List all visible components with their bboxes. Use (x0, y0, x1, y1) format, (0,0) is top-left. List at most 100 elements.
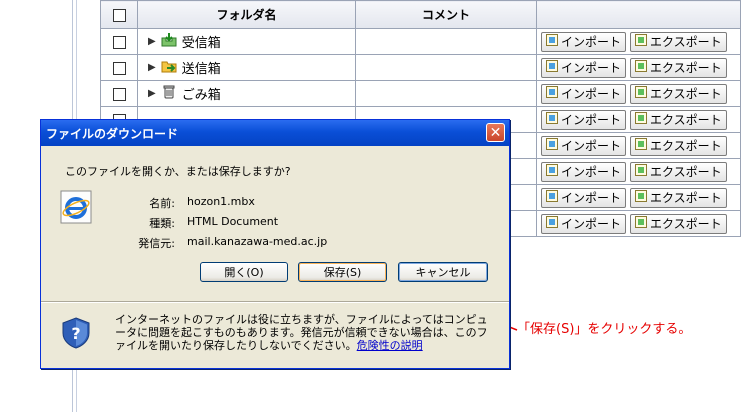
actions-cell: インポート エクスポート (536, 132, 741, 159)
export-button[interactable]: エクスポート (630, 83, 727, 104)
export-icon (635, 216, 648, 231)
folder-name[interactable]: ごみ箱 (182, 84, 221, 103)
export-label: エクスポート (650, 165, 722, 179)
actions-cell: インポート エクスポート (536, 54, 741, 81)
import-icon (546, 216, 558, 231)
warning-text: インターネットのファイルは役に立ちますが、ファイルによってはコンピュータに問題を… (115, 313, 488, 352)
import-label: インポート (561, 139, 622, 153)
row-checkbox[interactable] (112, 35, 126, 49)
table-row: ▶ ごみ箱 インポート エクスポート (100, 80, 741, 107)
open-button[interactable]: 開く(O) (200, 262, 288, 282)
save-button[interactable]: 保存(S) (298, 262, 387, 282)
import-button[interactable]: インポート (541, 213, 627, 234)
folder-cell: ▶ 送信箱 (137, 54, 356, 81)
export-label: エクスポート (650, 35, 722, 49)
cancel-button[interactable]: キャンセル (398, 262, 488, 282)
import-button[interactable]: インポート (541, 135, 627, 156)
header-actions (536, 0, 741, 29)
row-checkbox-cell (100, 28, 138, 55)
export-button[interactable]: エクスポート (630, 161, 727, 182)
export-button[interactable]: エクスポート (630, 57, 727, 78)
import-button[interactable]: インポート (541, 187, 627, 208)
actions-cell: インポート エクスポート (536, 210, 741, 237)
export-icon (635, 112, 648, 127)
import-icon (546, 138, 558, 153)
comment-cell (355, 28, 537, 55)
file-download-dialog: ファイルのダウンロード ✕ このファイルを開くか、または保存しますか? 名前: … (40, 119, 510, 369)
export-button[interactable]: エクスポート (630, 187, 727, 208)
folder-cell: ▶ 受信箱 (137, 28, 356, 55)
comment-cell (355, 80, 537, 107)
export-label: エクスポート (650, 191, 722, 205)
outbox-icon (161, 59, 177, 76)
folder-name-cell: ▶ 送信箱 (138, 58, 355, 77)
import-icon (546, 60, 558, 75)
row-checkbox-cell (100, 80, 138, 107)
close-button[interactable]: ✕ (486, 123, 505, 142)
expand-arrow-icon[interactable]: ▶ (148, 36, 156, 47)
dialog-separator (41, 301, 509, 303)
dialog-titlebar[interactable]: ファイルのダウンロード ✕ (41, 120, 509, 146)
select-all-checkbox[interactable] (112, 8, 126, 22)
folder-name[interactable]: 送信箱 (182, 58, 221, 77)
export-label: エクスポート (650, 217, 722, 231)
actions-cell: インポート エクスポート (536, 80, 741, 107)
dialog-question: このファイルを開くか、または保存しますか? (65, 165, 291, 178)
close-icon: ✕ (489, 124, 502, 141)
import-button[interactable]: インポート (541, 161, 627, 182)
export-button[interactable]: エクスポート (630, 213, 727, 234)
actions-cell: インポート エクスポート (536, 106, 741, 133)
import-label: インポート (561, 113, 622, 127)
export-button[interactable]: エクスポート (630, 31, 727, 52)
row-checkbox[interactable] (112, 61, 126, 75)
import-icon (546, 86, 558, 101)
actions-cell: インポート エクスポート (536, 158, 741, 185)
import-button[interactable]: インポート (541, 31, 627, 52)
folder-name[interactable]: 受信箱 (182, 32, 221, 51)
import-icon (546, 164, 558, 179)
export-icon (635, 34, 648, 49)
import-label: インポート (561, 191, 622, 205)
import-icon (546, 190, 558, 205)
header-folder-name: フォルダ名 (137, 0, 356, 29)
file-type-value: HTML Document (187, 215, 279, 228)
comment-cell (355, 54, 537, 81)
export-button[interactable]: エクスポート (630, 109, 727, 130)
export-label: エクスポート (650, 113, 722, 127)
file-name-label: 名前: (149, 197, 175, 210)
import-button[interactable]: インポート (541, 109, 627, 130)
export-icon (635, 86, 648, 101)
export-button[interactable]: エクスポート (630, 135, 727, 156)
folder-cell: ▶ ごみ箱 (137, 80, 356, 107)
export-label: エクスポート (650, 139, 722, 153)
import-label: インポート (561, 61, 622, 75)
import-button[interactable]: インポート (541, 57, 627, 78)
row-checkbox[interactable] (112, 87, 126, 101)
folder-name-cell: ▶ ごみ箱 (138, 84, 355, 103)
row-checkbox-cell (100, 54, 138, 81)
import-icon (546, 34, 558, 49)
actions-cell: インポート エクスポート (536, 184, 741, 211)
import-button[interactable]: インポート (541, 83, 627, 104)
security-shield-icon: ? (62, 317, 90, 349)
header-checkbox-cell (100, 0, 138, 29)
actions-cell: インポート エクスポート (536, 28, 741, 55)
expand-arrow-icon[interactable]: ▶ (148, 62, 156, 73)
security-warning: インターネットのファイルは役に立ちますが、ファイルによってはコンピュータに問題を… (115, 313, 495, 352)
import-label: インポート (561, 165, 622, 179)
export-label: エクスポート (650, 87, 722, 101)
risk-explanation-link[interactable]: 危険性の説明 (357, 339, 423, 352)
annotation-label: 「保存(S)」をクリックする。 (517, 322, 692, 337)
import-label: インポート (561, 35, 622, 49)
header-comment: コメント (355, 0, 537, 29)
file-name-value: hozon1.mbx (187, 195, 255, 208)
table-row: ▶ 送信箱 インポート エクスポート (100, 54, 741, 81)
export-icon (635, 190, 648, 205)
svg-text:?: ? (71, 324, 80, 343)
folder-name-cell: ▶ 受信箱 (138, 32, 355, 51)
table-header-row: フォルダ名 コメント (100, 0, 741, 29)
expand-arrow-icon[interactable]: ▶ (148, 88, 156, 99)
file-source-label: 発信元: (138, 237, 175, 250)
file-type-label: 種類: (149, 217, 175, 230)
inbox-icon (161, 33, 177, 50)
